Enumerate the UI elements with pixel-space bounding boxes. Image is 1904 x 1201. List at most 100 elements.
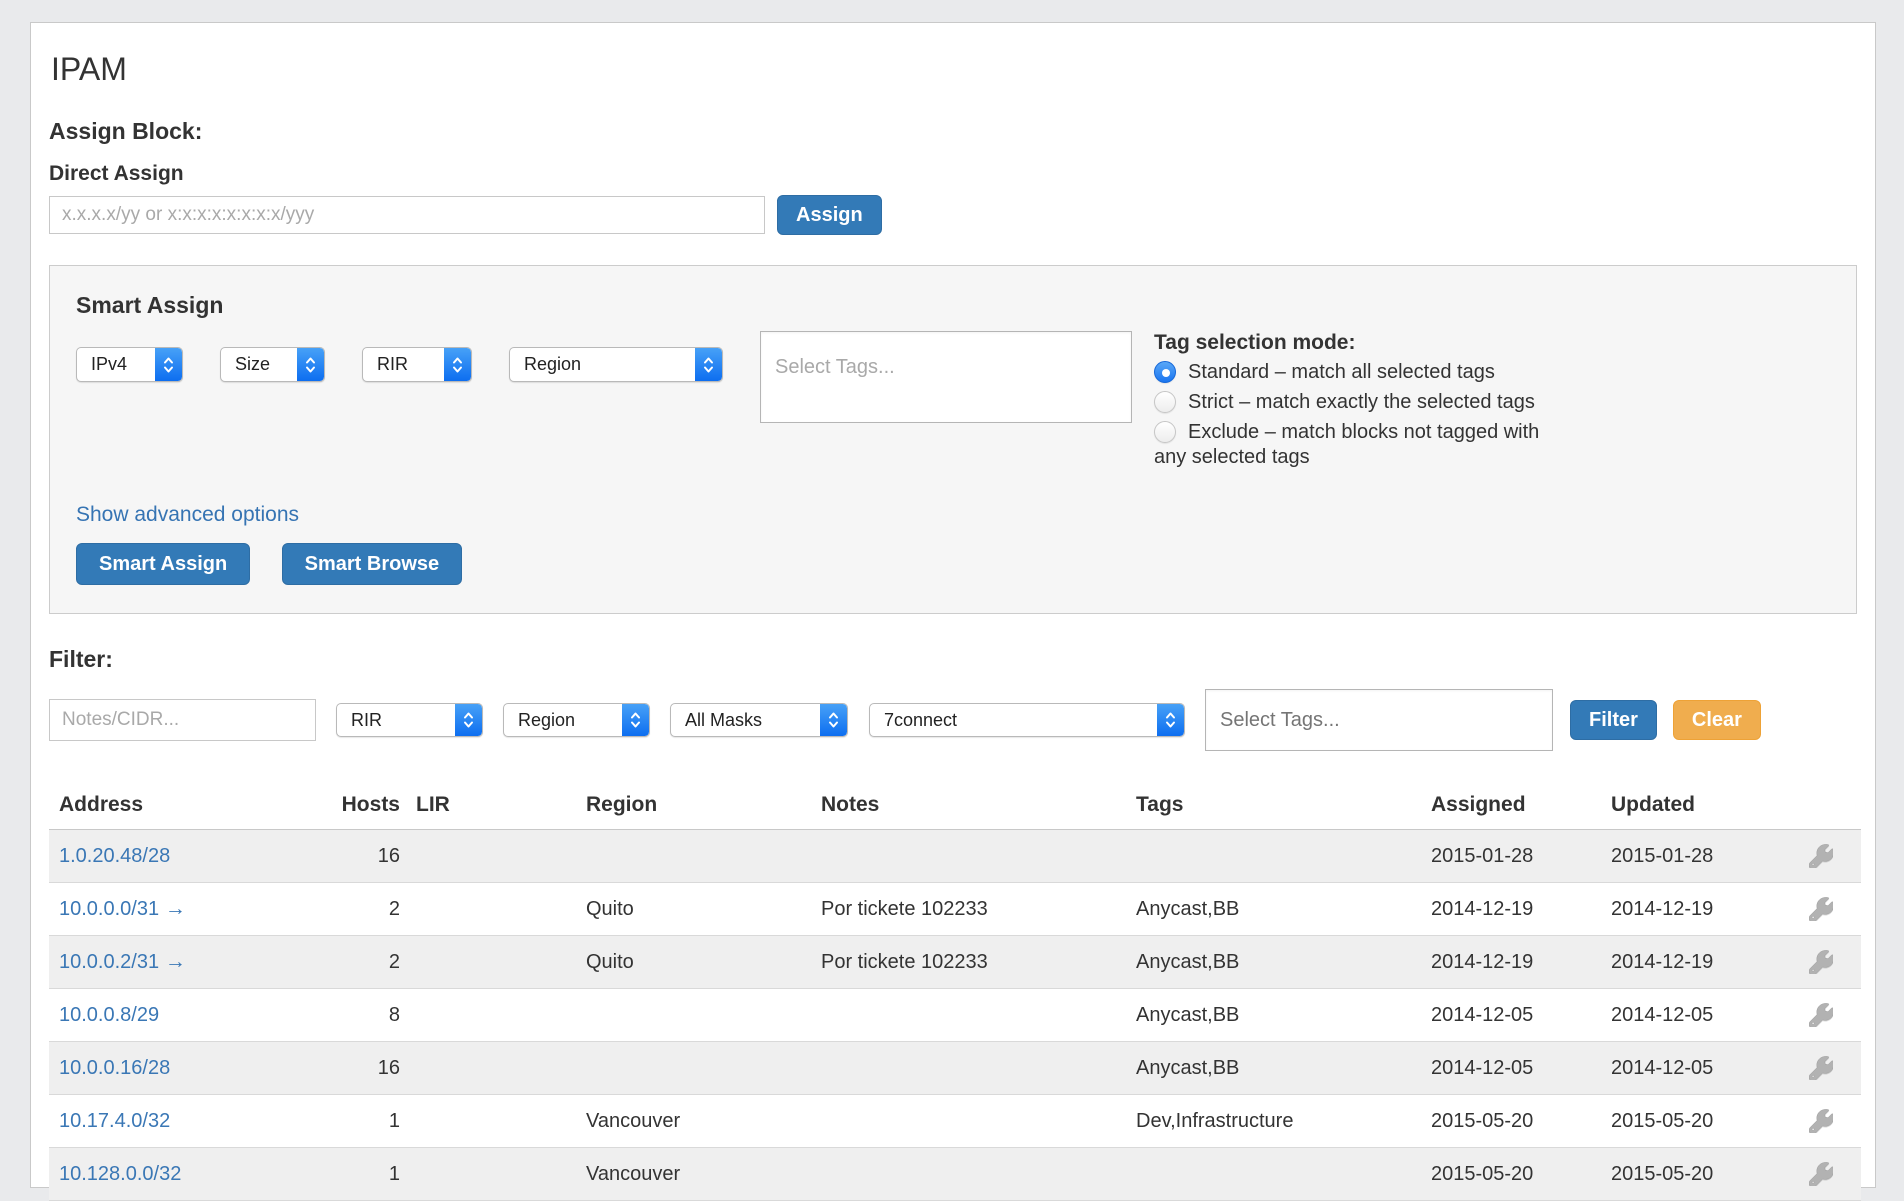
select-chevrons-icon	[155, 348, 182, 381]
cell-updated: 2015-05-20	[1601, 1163, 1781, 1186]
address-link[interactable]: 10.0.0.16/28	[59, 1057, 170, 1079]
smart-assign-button[interactable]: Smart Assign	[76, 543, 250, 585]
cell-hosts: 2	[269, 951, 406, 974]
table-row: 10.0.0.8/298Anycast,BB2014-12-052014-12-…	[49, 989, 1861, 1042]
filter-heading: Filter:	[49, 646, 1857, 673]
smart-assign-buttons: Smart Assign Smart Browse	[76, 543, 1830, 585]
cell-actions	[1781, 1162, 1861, 1186]
cell-region: Vancouver	[576, 1110, 811, 1133]
blocks-table: Address Hosts LIR Region Notes Tags Assi…	[49, 789, 1861, 1201]
select-chevrons-icon	[1157, 704, 1184, 736]
cell-tags: Anycast,BB	[1126, 1004, 1421, 1027]
cell-actions	[1781, 950, 1861, 974]
table-row: 10.0.0.0/31 →2QuitoPor tickete 102233Any…	[49, 883, 1861, 936]
cell-updated: 2014-12-05	[1601, 1004, 1781, 1027]
ip-family-select[interactable]: IPv4	[76, 347, 183, 382]
smart-assign-tags-input[interactable]	[760, 331, 1132, 423]
rir-select[interactable]: RIR	[362, 347, 472, 382]
wrench-icon[interactable]	[1809, 897, 1833, 921]
wrench-icon[interactable]	[1809, 1109, 1833, 1133]
smart-assign-controls: IPv4 Size RIR Region	[76, 331, 1830, 475]
assign-button[interactable]: Assign	[777, 195, 882, 235]
wrench-icon[interactable]	[1809, 950, 1833, 974]
cell-updated: 2015-05-20	[1601, 1110, 1781, 1133]
wrench-icon[interactable]	[1809, 1003, 1833, 1027]
radio-icon[interactable]	[1154, 361, 1176, 383]
filter-region-select-value: Region	[504, 710, 575, 731]
cell-tags: Dev,Infrastructure	[1126, 1110, 1421, 1133]
select-chevrons-icon	[820, 704, 847, 736]
direct-assign-input[interactable]	[49, 196, 765, 234]
cell-actions	[1781, 844, 1861, 868]
select-chevrons-icon	[444, 348, 471, 381]
size-select[interactable]: Size	[220, 347, 325, 382]
cell-address: 10.128.0.0/32	[49, 1163, 269, 1186]
cell-assigned: 2015-05-20	[1421, 1163, 1601, 1186]
cell-actions	[1781, 897, 1861, 921]
tag-mode-strict-option[interactable]: Strict – match exactly the selected tags	[1154, 390, 1566, 415]
radio-icon[interactable]	[1154, 421, 1176, 443]
cell-hosts: 1	[269, 1163, 406, 1186]
rir-select-value: RIR	[363, 354, 408, 375]
cell-updated: 2014-12-19	[1601, 951, 1781, 974]
table-row: 10.128.0.0/321Vancouver2015-05-202015-05…	[49, 1148, 1861, 1201]
column-header-assigned: Assigned	[1421, 793, 1601, 817]
address-link[interactable]: 1.0.20.48/28	[59, 845, 170, 867]
region-select[interactable]: Region	[509, 347, 723, 382]
address-link[interactable]: 10.128.0.0/32	[59, 1163, 181, 1185]
cell-address: 10.0.0.2/31 →	[49, 950, 269, 974]
filter-button[interactable]: Filter	[1570, 700, 1657, 740]
table-row: 10.0.0.2/31 →2QuitoPor tickete 102233Any…	[49, 936, 1861, 989]
tag-mode-standard-option[interactable]: Standard – match all selected tags	[1154, 360, 1566, 385]
address-link[interactable]: 10.0.0.2/31	[59, 951, 159, 973]
filter-rir-select[interactable]: RIR	[336, 703, 483, 737]
address-link[interactable]: 10.17.4.0/32	[59, 1110, 170, 1132]
wrench-icon[interactable]	[1809, 1162, 1833, 1186]
cell-updated: 2015-01-28	[1601, 845, 1781, 868]
tag-mode-exclude-label: Exclude – match blocks not tagged with a…	[1154, 421, 1539, 468]
wrench-icon[interactable]	[1809, 1056, 1833, 1080]
cell-updated: 2014-12-05	[1601, 1057, 1781, 1080]
smart-browse-button[interactable]: Smart Browse	[282, 543, 463, 585]
select-chevrons-icon	[622, 704, 649, 736]
cell-notes: Por tickete 102233	[811, 951, 1126, 974]
cell-hosts: 8	[269, 1004, 406, 1027]
cell-address: 10.17.4.0/32	[49, 1110, 269, 1133]
tag-mode-standard-label: Standard – match all selected tags	[1188, 361, 1495, 383]
smart-assign-heading: Smart Assign	[76, 292, 1830, 319]
cell-assigned: 2014-12-19	[1421, 951, 1601, 974]
cell-tags: Anycast,BB	[1126, 898, 1421, 921]
cell-hosts: 1	[269, 1110, 406, 1133]
region-select-value: Region	[510, 354, 581, 375]
clear-button[interactable]: Clear	[1673, 700, 1761, 740]
address-link[interactable]: 10.0.0.8/29	[59, 1004, 159, 1026]
select-chevrons-icon	[455, 704, 482, 736]
direct-assign-row: Assign	[49, 195, 1857, 235]
column-header-region: Region	[576, 793, 811, 817]
column-header-lir: LIR	[406, 793, 576, 817]
filter-tags-input[interactable]	[1205, 689, 1553, 751]
cell-tags: Anycast,BB	[1126, 1057, 1421, 1080]
subassignment-arrow-icon[interactable]: →	[159, 950, 186, 973]
show-advanced-options-link[interactable]: Show advanced options	[76, 503, 299, 527]
blocks-table-body: 1.0.20.48/28162015-01-282015-01-2810.0.0…	[49, 830, 1861, 1201]
subassignment-arrow-icon[interactable]: →	[159, 897, 186, 920]
tag-mode-exclude-option[interactable]: Exclude – match blocks not tagged with a…	[1154, 420, 1566, 470]
cell-region: Quito	[576, 898, 811, 921]
address-link[interactable]: 10.0.0.0/31	[59, 898, 159, 920]
cell-updated: 2014-12-19	[1601, 898, 1781, 921]
wrench-icon[interactable]	[1809, 844, 1833, 868]
filter-resource-select-value: 7connect	[870, 710, 957, 731]
radio-icon[interactable]	[1154, 391, 1176, 413]
smart-assign-panel: Smart Assign IPv4 Size RIR	[49, 265, 1857, 614]
column-header-address: Address	[49, 793, 269, 817]
column-header-notes: Notes	[811, 793, 1126, 817]
cell-address: 10.0.0.16/28	[49, 1057, 269, 1080]
cell-address: 10.0.0.8/29	[49, 1004, 269, 1027]
filter-masks-select[interactable]: All Masks	[670, 703, 848, 737]
filter-region-select[interactable]: Region	[503, 703, 650, 737]
ip-family-select-value: IPv4	[77, 354, 127, 375]
notes-cidr-input[interactable]	[49, 699, 316, 741]
cell-address: 1.0.20.48/28	[49, 845, 269, 868]
filter-resource-select[interactable]: 7connect	[869, 703, 1185, 737]
